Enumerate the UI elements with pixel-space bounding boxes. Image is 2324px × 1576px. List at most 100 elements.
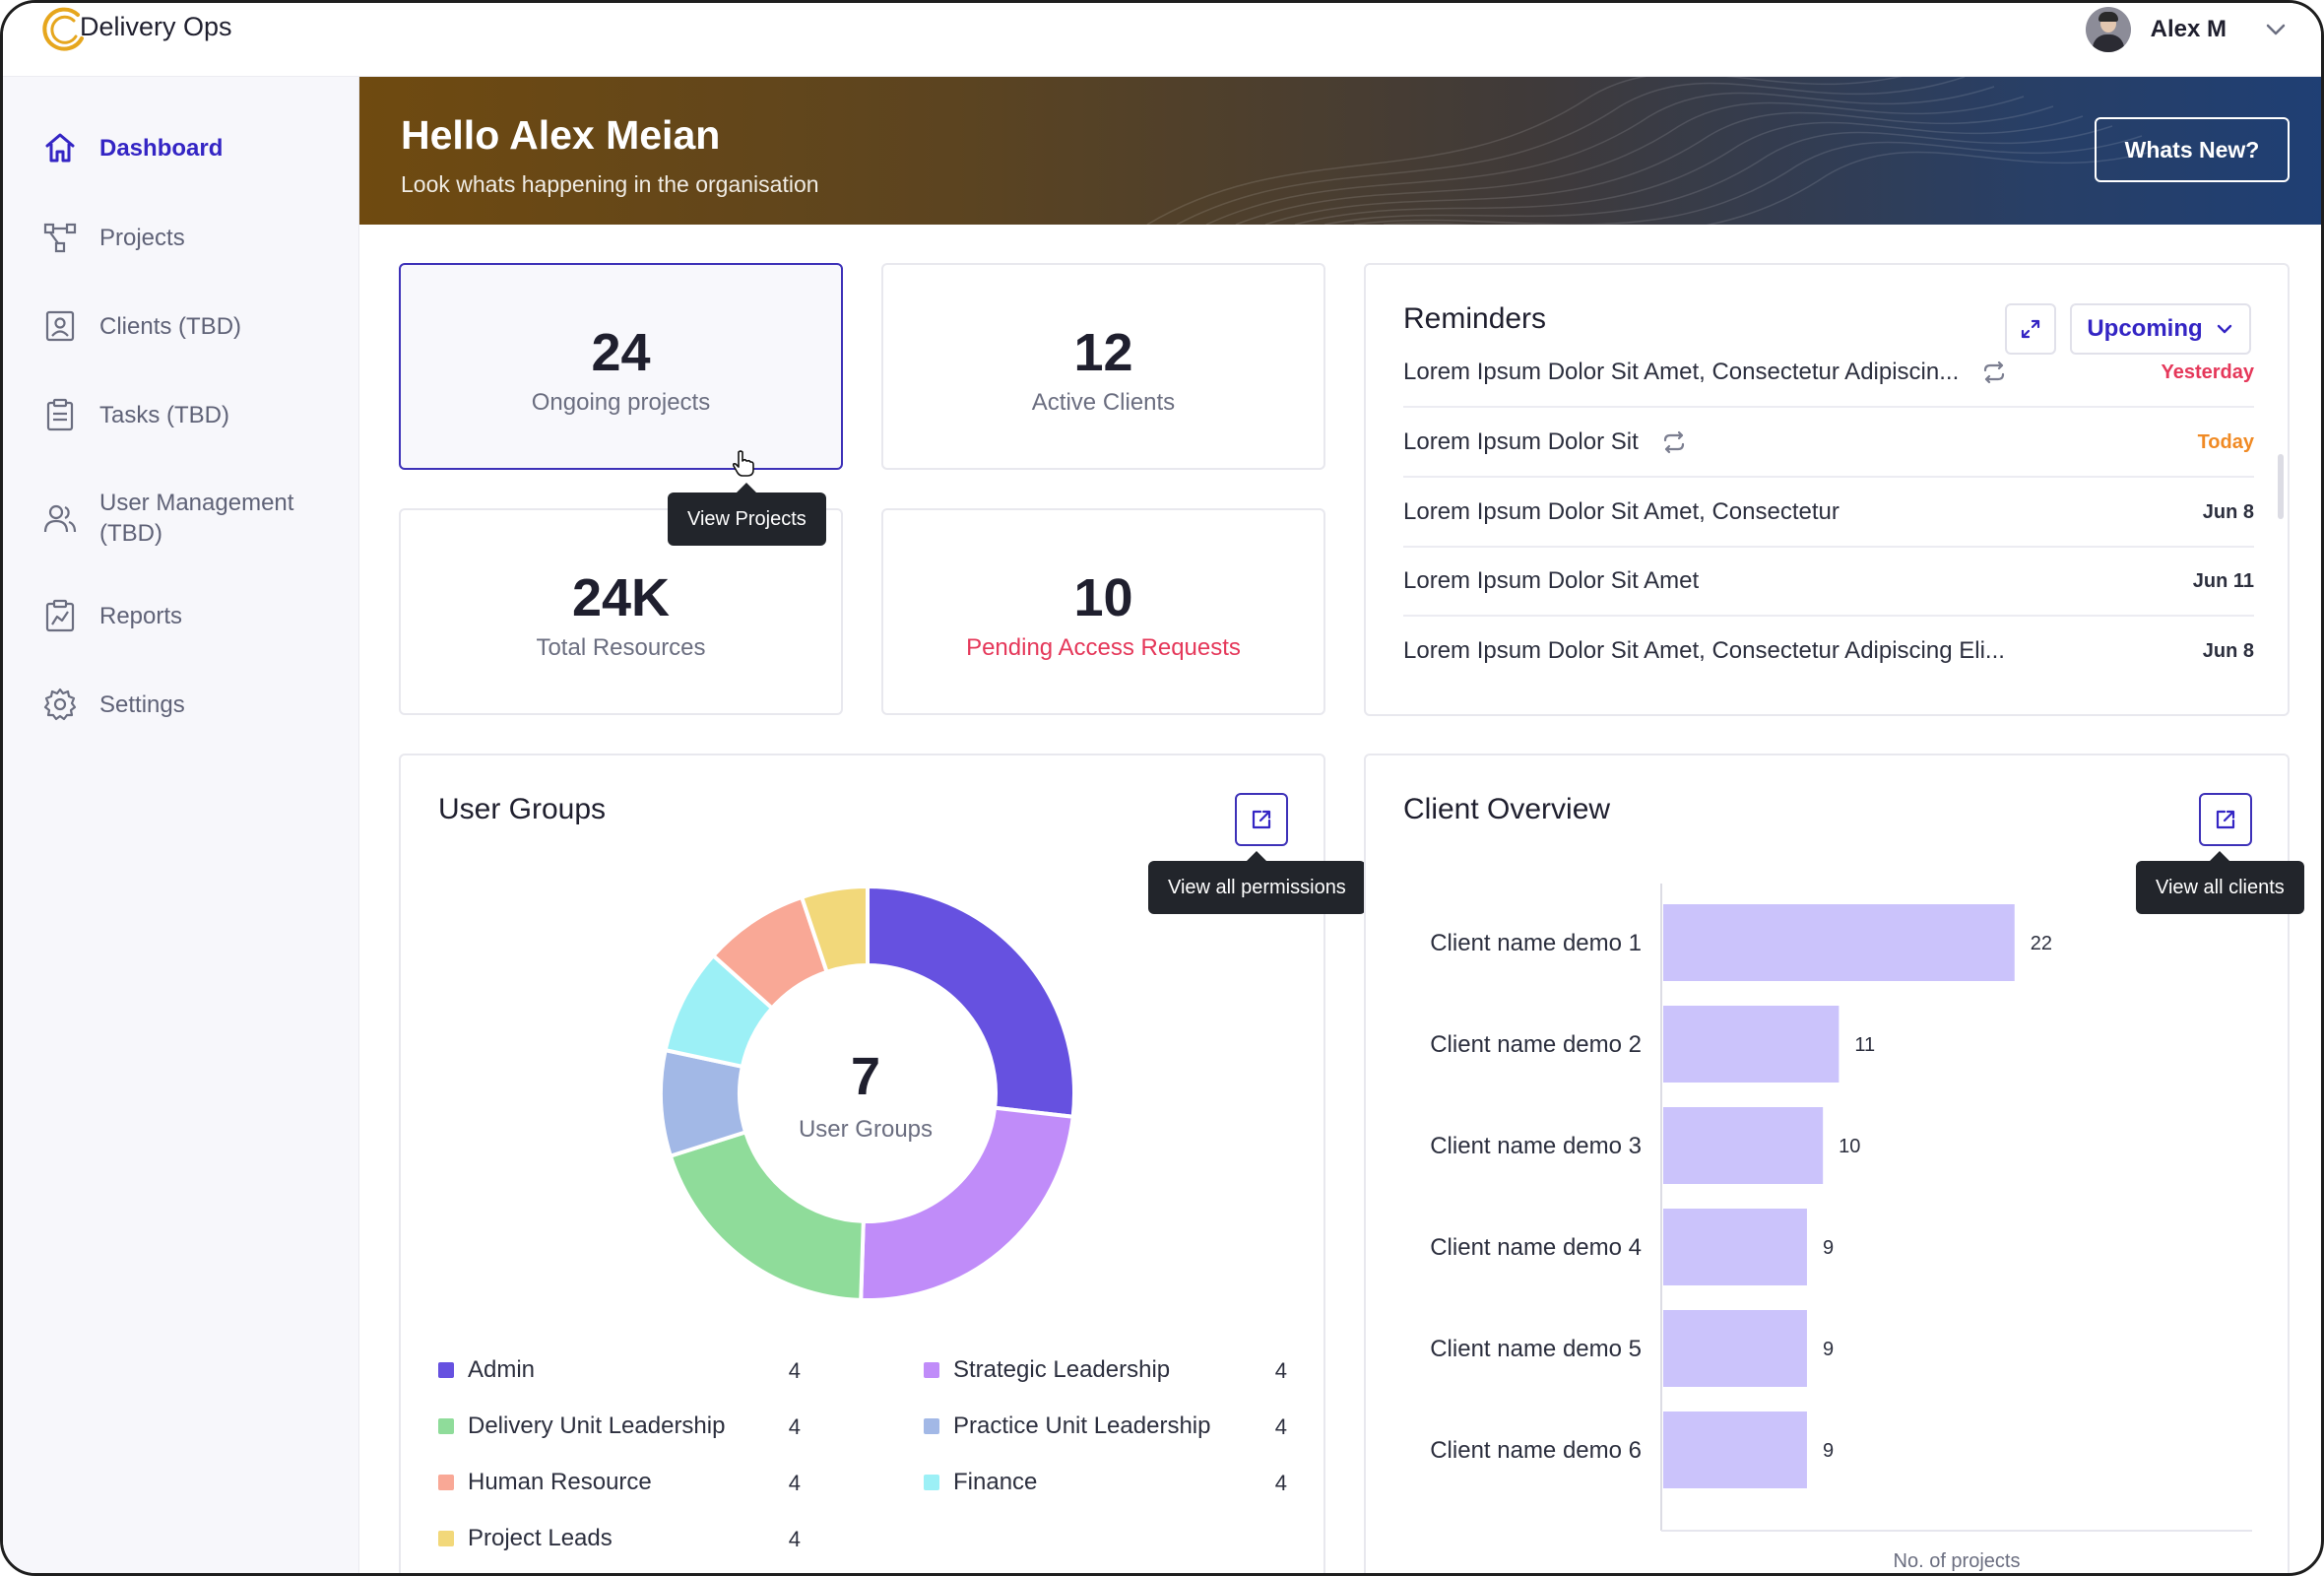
reminder-date: Jun 11 [2192, 569, 2254, 592]
bar-client-3[interactable] [1663, 1107, 1824, 1184]
legend-label: Project Leads [468, 1525, 613, 1551]
stat-value: 10 [1073, 568, 1133, 627]
sidebar-item-label-line1: User Management [99, 490, 294, 516]
bar-client-6[interactable] [1663, 1412, 1807, 1488]
sidebar-item-clients[interactable]: Clients (TBD) [42, 308, 241, 344]
stat-card-pending-access-requests[interactable]: 10 Pending Access Requests [881, 508, 1325, 715]
view-permissions-tooltip: View all permissions [1148, 851, 1366, 914]
sidebar-item-reports[interactable]: Reports [42, 598, 182, 633]
reminder-text: Lorem Ipsum Dolor Sit Amet, Consectetur … [1403, 359, 1960, 385]
legend-value: 4 [788, 1358, 801, 1383]
sidebar-item-label: Dashboard [99, 134, 224, 162]
bar-client-2[interactable] [1663, 1006, 1840, 1083]
category-label: Client name demo 3 [1430, 1133, 1642, 1159]
legend-swatch [924, 1475, 939, 1490]
sidebar-item-tasks[interactable]: Tasks (TBD) [42, 397, 229, 432]
legend-swatch [438, 1418, 454, 1434]
gear-icon [43, 688, 77, 721]
legend-item-finance: Finance [924, 1469, 1037, 1496]
stat-value: 24 [591, 323, 651, 382]
reminder-text: Lorem Ipsum Dolor Sit Amet, Consectetur … [1403, 637, 2005, 664]
stat-label: Pending Access Requests [966, 634, 1241, 661]
projects-icon [43, 223, 77, 253]
sidebar-item-label-line2: (TBD) [99, 520, 162, 547]
stat-value: 24K [571, 568, 671, 627]
donut-total: 7 [850, 1047, 881, 1106]
sidebar-item-user-management[interactable]: User Management (TBD) [42, 488, 293, 549]
x-axis-label: No. of projects [1894, 1550, 2021, 1572]
avatar[interactable] [2085, 7, 2131, 52]
sidebar-item-projects[interactable]: Projects [42, 220, 185, 255]
users-icon [43, 504, 77, 533]
bar-value-label: 10 [1839, 1136, 1860, 1157]
reminder-date: Yesterday [2161, 361, 2254, 383]
stat-label: Total Resources [536, 634, 706, 661]
clients-icon [45, 310, 75, 342]
legend-item-admin: Admin [438, 1356, 535, 1384]
app-title: Delivery Ops [80, 11, 232, 41]
category-label: Client name demo 5 [1430, 1336, 1642, 1362]
stat-value: 12 [1073, 323, 1133, 382]
whats-new-button[interactable]: Whats New? [2095, 117, 2290, 182]
sidebar-item-label: Reports [99, 602, 183, 629]
sidebar-item-settings[interactable]: Settings [42, 687, 185, 722]
legend-label: Human Resource [468, 1469, 652, 1495]
legend-label: Practice Unit Leadership [953, 1412, 1211, 1439]
repeat-icon [1984, 361, 2005, 384]
bar-value-label: 11 [1854, 1034, 1875, 1056]
bar-client-4[interactable] [1663, 1209, 1807, 1285]
user-name: Alex M [2150, 16, 2227, 42]
legend-item-project-leads: Project Leads [438, 1525, 613, 1552]
reminder-item[interactable]: Lorem Ipsum Dolor Sit Amet, Consectetur … [1403, 617, 2254, 686]
legend-swatch [438, 1362, 454, 1378]
category-label: Client name demo 2 [1430, 1031, 1642, 1058]
app-logo[interactable]: Delivery Ops [38, 5, 232, 56]
user-menu[interactable]: Alex M [2085, 7, 2288, 52]
legend-label: Delivery Unit Leadership [468, 1412, 726, 1439]
app-window: Delivery Ops Alex M Dashboard Projects C… [0, 0, 2324, 1576]
sidebar-item-dashboard[interactable]: Dashboard [42, 130, 223, 165]
reminder-date: Jun 8 [2202, 639, 2254, 662]
bar-client-5[interactable] [1663, 1310, 1807, 1387]
reminder-text: Lorem Ipsum Dolor Sit [1403, 428, 1639, 455]
sidebar-item-label: Settings [99, 690, 185, 718]
legend-swatch [438, 1531, 454, 1546]
reminder-text: Lorem Ipsum Dolor Sit Amet, Consectetur [1403, 498, 1840, 525]
reminders-scrollbar[interactable] [2278, 454, 2284, 519]
legend-swatch [438, 1475, 454, 1490]
donut-slice-delivery-unit-leadership[interactable] [668, 1129, 866, 1302]
home-icon [45, 133, 75, 163]
reminder-text: Lorem Ipsum Dolor Sit Amet [1403, 567, 1700, 594]
legend-value: 4 [1274, 1358, 1287, 1383]
bar-value-label: 9 [1823, 1440, 1834, 1462]
reminder-item[interactable]: Lorem Ipsum Dolor Sit Today [1403, 409, 2254, 478]
category-label: Client name demo 4 [1430, 1234, 1642, 1261]
expand-icon [2021, 319, 2040, 339]
reminder-item[interactable]: Lorem Ipsum Dolor Sit Amet, Consectetur … [1403, 339, 2254, 408]
reminder-item[interactable]: Lorem Ipsum Dolor Sit Amet Jun 11 [1403, 548, 2254, 617]
stat-card-ongoing-projects[interactable]: 24 Ongoing projects [399, 263, 843, 477]
sidebar-item-label: Clients (TBD) [99, 312, 242, 340]
welcome-banner: Hello Alex Meian Look whats happening in… [359, 77, 2321, 225]
chevron-down-icon[interactable] [2264, 18, 2288, 41]
view-permissions-button[interactable] [1235, 793, 1288, 846]
legend-value: 4 [1274, 1414, 1287, 1439]
reminder-date: Today [2197, 430, 2254, 453]
stat-label: Active Clients [1031, 389, 1176, 416]
reminders-card: Reminders Upcoming Lorem Ipsum Dolor Sit… [1364, 263, 2290, 716]
bar-client-1[interactable] [1663, 904, 2015, 981]
category-label: Client name demo 1 [1430, 930, 1642, 956]
top-bar: Delivery Ops Alex M [3, 3, 2321, 77]
stat-card-active-clients[interactable]: 12 Active Clients [881, 263, 1325, 470]
reminders-title: Reminders [1403, 302, 1547, 335]
donut-total-label: User Groups [798, 1116, 934, 1143]
banner-subtitle: Look whats happening in the organisation [401, 171, 819, 197]
greeting-heading: Hello Alex Meian [401, 112, 721, 158]
bar-value-label: 9 [1823, 1237, 1834, 1259]
legend-item-human-resource: Human Resource [438, 1469, 652, 1496]
legend-value: 4 [1274, 1471, 1287, 1495]
reminder-item[interactable]: Lorem Ipsum Dolor Sit Amet, Consectetur … [1403, 479, 2254, 548]
external-link-icon [1252, 810, 1271, 829]
chevron-down-icon [2217, 324, 2231, 334]
repeat-icon [1663, 430, 1684, 454]
